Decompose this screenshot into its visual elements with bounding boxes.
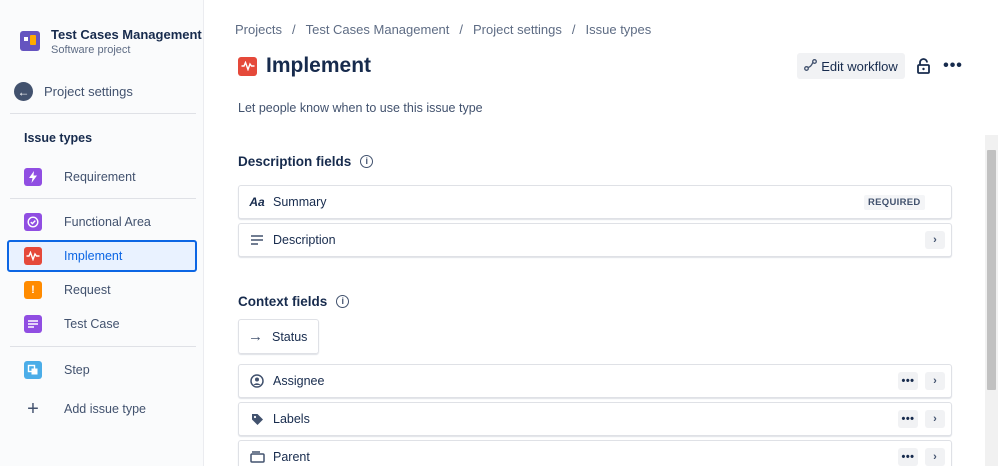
- sidebar-item-label: Requirement: [64, 170, 136, 184]
- field-label: Description: [273, 233, 336, 247]
- exclamation-icon: !: [24, 281, 42, 299]
- breadcrumb-separator: /: [459, 22, 464, 37]
- workflow-icon: [804, 58, 818, 74]
- user-circle-icon: [249, 374, 265, 388]
- back-label: Project settings: [44, 84, 133, 99]
- context-fields-heading: Context fields i: [238, 294, 350, 309]
- text-aa-icon: Aa: [249, 195, 265, 209]
- breadcrumb-issue-types[interactable]: Issue types: [586, 22, 652, 37]
- lightning-icon: [24, 168, 42, 186]
- required-badge: REQUIRED: [864, 194, 925, 210]
- description-fields-heading: Description fields i: [238, 154, 374, 169]
- project-avatar-icon: [20, 31, 40, 51]
- section-title: Description fields: [238, 154, 352, 169]
- project-header[interactable]: Test Cases Management Software project: [20, 24, 202, 57]
- scrollbar[interactable]: [985, 135, 998, 466]
- chevron-right-icon[interactable]: ›: [925, 372, 945, 390]
- arrow-right-icon: →: [248, 328, 263, 345]
- chevron-right-icon[interactable]: ›: [925, 410, 945, 428]
- add-issue-type-button[interactable]: + Add issue type: [7, 393, 197, 425]
- divider: [10, 198, 196, 199]
- sidebar-item-requirement[interactable]: Requirement: [7, 161, 197, 193]
- sidebar: Test Cases Management Software project ←…: [0, 0, 204, 466]
- sidebar-item-step[interactable]: Step: [7, 354, 197, 386]
- sidebar-item-implement[interactable]: Implement: [7, 240, 197, 272]
- breadcrumb-project-settings[interactable]: Project settings: [473, 22, 562, 37]
- divider: [10, 346, 196, 347]
- field-summary[interactable]: Aa Summary REQUIRED: [238, 185, 952, 219]
- info-icon[interactable]: i: [336, 295, 350, 308]
- breadcrumb-separator: /: [571, 22, 576, 37]
- section-title: Context fields: [238, 294, 328, 309]
- field-label: Labels: [273, 412, 310, 426]
- sidebar-item-functional-area[interactable]: Functional Area: [7, 206, 197, 238]
- arrow-left-icon: ←: [14, 82, 33, 101]
- tag-icon: [249, 413, 265, 426]
- field-status[interactable]: → Status: [238, 319, 319, 354]
- paragraph-icon: [249, 235, 265, 245]
- project-name: Test Cases Management: [51, 27, 202, 42]
- more-options-icon[interactable]: •••: [898, 410, 918, 428]
- sidebar-item-label: Functional Area: [64, 215, 151, 229]
- field-label: Parent: [273, 450, 310, 464]
- field-label: Assignee: [273, 374, 325, 388]
- sidebar-item-label: Test Case: [64, 317, 120, 331]
- issue-type-description[interactable]: Let people know when to use this issue t…: [238, 101, 483, 115]
- edit-workflow-label: Edit workflow: [821, 58, 898, 74]
- field-parent[interactable]: Parent ••• ›: [238, 440, 952, 466]
- sidebar-item-label: Implement: [64, 249, 123, 263]
- chevron-right-icon[interactable]: ›: [925, 231, 945, 249]
- chevron-right-icon[interactable]: ›: [925, 448, 945, 466]
- project-type: Software project: [51, 44, 131, 56]
- check-circle-icon: [24, 213, 42, 231]
- issue-types-heading: Issue types: [24, 131, 93, 145]
- pulse-icon: [238, 56, 257, 76]
- divider: [10, 113, 196, 114]
- step-icon: [24, 361, 42, 379]
- sidebar-item-request[interactable]: ! Request: [7, 274, 197, 306]
- plus-icon: +: [27, 398, 39, 420]
- lines-icon: [24, 315, 42, 333]
- more-options-icon[interactable]: •••: [898, 448, 918, 466]
- field-labels[interactable]: Labels ••• ›: [238, 402, 952, 436]
- field-label: Summary: [273, 195, 327, 209]
- back-to-project-settings[interactable]: ← Project settings: [14, 82, 133, 101]
- info-icon[interactable]: i: [360, 155, 374, 168]
- parent-icon: [249, 451, 265, 463]
- breadcrumb-project[interactable]: Test Cases Management: [306, 22, 450, 37]
- sidebar-item-label: Add issue type: [64, 402, 146, 416]
- sidebar-item-test-case[interactable]: Test Case: [7, 308, 197, 340]
- title-row: Implement: [238, 54, 371, 78]
- edit-workflow-button[interactable]: Edit workflow: [797, 53, 905, 79]
- scrollbar-thumb[interactable]: [987, 150, 996, 390]
- sidebar-item-label: Step: [64, 363, 90, 377]
- pulse-icon: [24, 247, 42, 265]
- breadcrumb-projects[interactable]: Projects: [235, 22, 282, 37]
- field-label: Status: [272, 329, 308, 344]
- field-assignee[interactable]: Assignee ••• ›: [238, 364, 952, 398]
- more-options-icon[interactable]: •••: [898, 372, 918, 390]
- breadcrumb-separator: /: [291, 22, 296, 37]
- more-options-icon[interactable]: •••: [941, 55, 965, 77]
- breadcrumb: Projects / Test Cases Management / Proje…: [235, 22, 651, 37]
- sidebar-item-label: Request: [64, 283, 111, 297]
- main-content: Projects / Test Cases Management / Proje…: [205, 0, 998, 466]
- field-description[interactable]: Description ›: [238, 223, 952, 257]
- page-title[interactable]: Implement: [266, 54, 371, 78]
- lock-icon[interactable]: [912, 55, 934, 77]
